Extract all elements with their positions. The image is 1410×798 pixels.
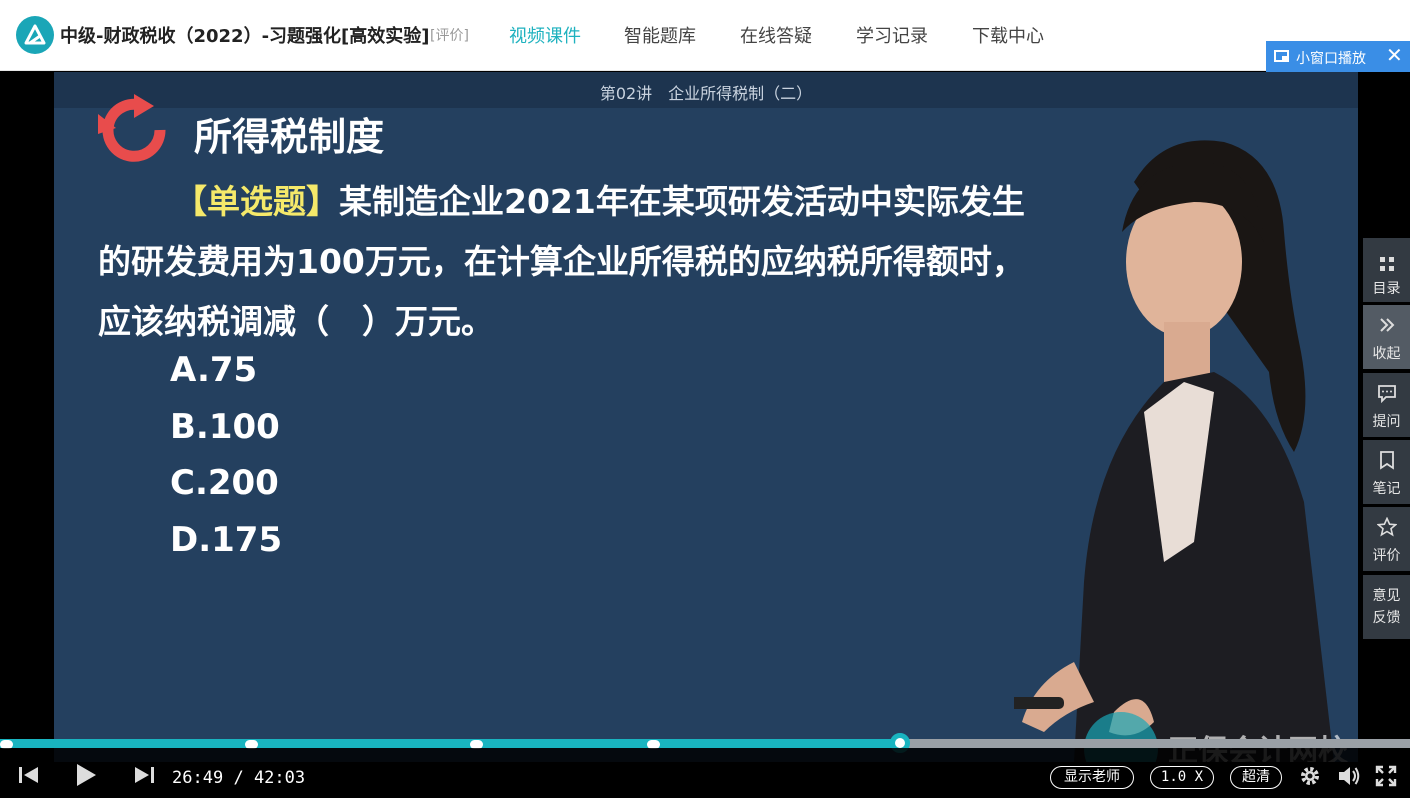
side-catalog-button[interactable]: 目录 bbox=[1363, 238, 1410, 302]
playback-speed-button[interactable]: 1.0 X bbox=[1150, 766, 1214, 789]
option-a: A.75 bbox=[170, 350, 258, 390]
question-text-block: 【单选题】某制造企业2021年在某项研发活动中实际发生的研发费用为100万元，在… bbox=[98, 172, 1048, 352]
current-time: 26:49 bbox=[172, 768, 224, 788]
side-rate-label: 评价 bbox=[1372, 548, 1401, 564]
next-icon[interactable] bbox=[133, 765, 155, 785]
video-player[interactable]: 第02讲 企业所得税制（二） 所得税制度 【单选题】某制造企业2021年在某项研… bbox=[0, 72, 1410, 798]
fullscreen-icon[interactable] bbox=[1375, 765, 1397, 787]
option-c: C.200 bbox=[170, 463, 279, 503]
previous-icon[interactable] bbox=[18, 765, 40, 785]
slide-header-bar: 第02讲 企业所得税制（二） bbox=[54, 72, 1358, 108]
lecture-title: 第02讲 企业所得税制（二） bbox=[599, 84, 813, 103]
gear-icon[interactable] bbox=[1298, 764, 1322, 788]
lecture-slide: 第02讲 企业所得税制（二） 所得税制度 【单选题】某制造企业2021年在某项研… bbox=[54, 72, 1358, 762]
playback-time: 26:49 / 42:03 bbox=[172, 768, 305, 788]
side-feedback-label: 意见反馈 bbox=[1372, 588, 1401, 626]
rate-course-link[interactable]: [评价] bbox=[430, 25, 469, 45]
side-notes-button[interactable]: 笔记 bbox=[1363, 440, 1410, 504]
total-time: 42:03 bbox=[253, 768, 306, 788]
progress-bar-fill bbox=[0, 739, 900, 748]
presenter-video-image bbox=[1014, 140, 1334, 762]
nav-tab-study-record[interactable]: 学习记录 bbox=[856, 22, 928, 48]
nav-tab-download-center[interactable]: 下载中心 bbox=[972, 22, 1044, 48]
time-separator: / bbox=[233, 768, 244, 788]
side-catalog-label: 目录 bbox=[1372, 281, 1401, 297]
chevron-double-right-icon bbox=[1380, 318, 1395, 332]
nav-tab-question-bank[interactable]: 智能题库 bbox=[624, 22, 696, 48]
progress-bar[interactable] bbox=[0, 733, 1410, 753]
chat-icon bbox=[1378, 385, 1396, 403]
show-teacher-button[interactable]: 显示老师 bbox=[1050, 766, 1134, 789]
play-icon[interactable] bbox=[74, 763, 98, 787]
option-d: D.175 bbox=[170, 520, 283, 560]
side-collapse-label: 收起 bbox=[1372, 346, 1401, 362]
grid-icon bbox=[1380, 257, 1394, 271]
site-logo-icon[interactable] bbox=[16, 16, 54, 54]
player-control-bar: 26:49 / 42:03 显示老师 1.0 X 超清 bbox=[0, 748, 1410, 798]
side-feedback-button[interactable]: 意见反馈 bbox=[1363, 575, 1410, 639]
mini-window-icon bbox=[1274, 50, 1289, 62]
star-icon bbox=[1377, 517, 1397, 537]
nav-tab-video-courseware[interactable]: 视频课件 bbox=[509, 22, 581, 48]
refresh-circle-icon bbox=[98, 94, 166, 162]
question-type-tag: 【单选题】 bbox=[174, 182, 339, 221]
mini-window-play-button[interactable]: 小窗口播放 ✕ bbox=[1266, 41, 1410, 72]
side-ask-label: 提问 bbox=[1372, 414, 1401, 430]
slide-heading: 所得税制度 bbox=[194, 115, 385, 159]
mini-window-close-icon[interactable]: ✕ bbox=[1386, 43, 1403, 67]
side-collapse-button[interactable]: 收起 bbox=[1363, 305, 1410, 369]
volume-icon[interactable] bbox=[1337, 765, 1361, 787]
side-ask-button[interactable]: 提问 bbox=[1363, 373, 1410, 437]
quality-button[interactable]: 超清 bbox=[1230, 766, 1282, 789]
option-b: B.100 bbox=[170, 407, 280, 447]
nav-tab-online-qa[interactable]: 在线答疑 bbox=[740, 22, 812, 48]
bookmark-icon bbox=[1380, 451, 1394, 470]
course-title: 中级-财政税收（2022）-习题强化[高效实验] bbox=[60, 26, 430, 47]
mini-window-label: 小窗口播放 bbox=[1296, 51, 1366, 67]
side-rate-button[interactable]: 评价 bbox=[1363, 507, 1410, 571]
side-notes-label: 笔记 bbox=[1372, 481, 1401, 497]
top-navigation-bar: 中级-财政税收（2022）-习题强化[高效实验] [评价] 视频课件 智能题库 … bbox=[0, 0, 1410, 72]
